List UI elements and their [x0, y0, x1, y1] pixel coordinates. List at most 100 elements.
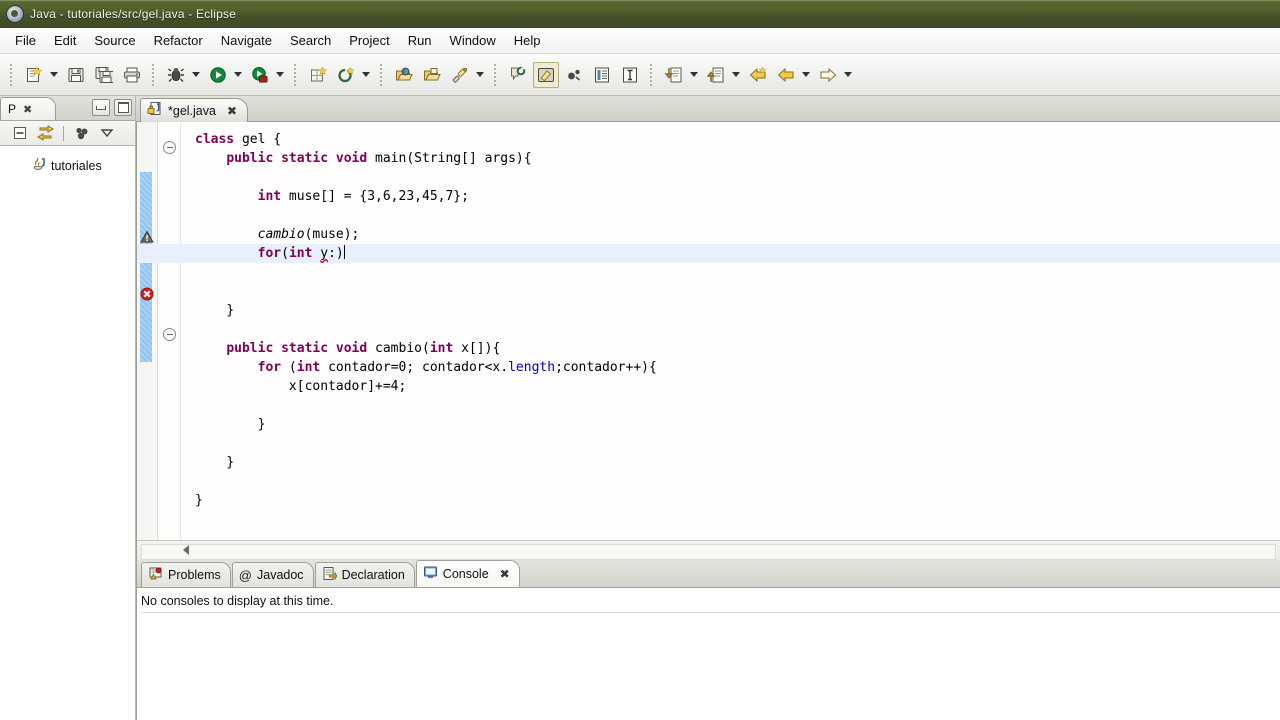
bottom-panel: Problems @ Javadoc Declaration Console ✖… — [136, 560, 1280, 720]
forward-icon[interactable] — [815, 62, 841, 88]
new-file-icon[interactable] — [21, 62, 47, 88]
code-line[interactable]: int muse[] = {3,6,23,45,7}; — [181, 187, 1280, 206]
show-view-menu-icon[interactable] — [589, 62, 615, 88]
code-token: for — [257, 360, 282, 375]
tab-gel-java[interactable]: *gel.java ✖ — [140, 98, 249, 122]
open-type-icon[interactable] — [391, 62, 417, 88]
next-annotation-dropdown-icon[interactable] — [688, 63, 700, 87]
code-line[interactable]: x[contador]+=4; — [181, 377, 1280, 396]
menu-navigate[interactable]: Navigate — [212, 30, 281, 51]
menu-file[interactable]: File — [6, 30, 45, 51]
maximize-button[interactable] — [114, 99, 132, 116]
error-icon[interactable] — [140, 287, 154, 301]
tree-item-tutoriales[interactable]: tutoriales — [0, 154, 135, 177]
menu-run[interactable]: Run — [399, 30, 441, 51]
annotation-gutter[interactable] — [137, 122, 158, 540]
save-icon[interactable] — [63, 62, 89, 88]
bottom-tab-label: Console — [442, 567, 489, 581]
code-token: } — [195, 493, 203, 508]
save-all-icon[interactable] — [91, 62, 117, 88]
code-line[interactable] — [181, 282, 1280, 301]
code-line[interactable]: public static void main(String[] args){ — [181, 149, 1280, 168]
code-line[interactable] — [181, 206, 1280, 225]
close-icon[interactable]: ✖ — [500, 567, 510, 581]
menu-project[interactable]: Project — [340, 30, 398, 51]
new-java-project-icon[interactable] — [305, 62, 331, 88]
open-task-icon[interactable] — [419, 62, 445, 88]
editor-body[interactable]: class gel { public static void main(Stri… — [136, 122, 1280, 561]
search-dropdown-icon[interactable] — [474, 63, 486, 87]
code-line[interactable] — [181, 396, 1280, 415]
java-project-icon — [30, 156, 46, 175]
debug-icon[interactable] — [163, 62, 189, 88]
scrollbar-track[interactable] — [141, 544, 1276, 560]
menu-window[interactable]: Window — [441, 30, 505, 51]
code-line[interactable]: class gel { — [181, 130, 1280, 149]
editor-horizontal-scrollbar[interactable] — [137, 540, 1280, 561]
code-line[interactable] — [181, 263, 1280, 282]
code-line[interactable] — [181, 472, 1280, 491]
menu-source[interactable]: Source — [85, 30, 144, 51]
code-line[interactable]: } — [181, 301, 1280, 320]
run-external-tools-icon[interactable] — [247, 62, 273, 88]
code-text[interactable]: class gel { public static void main(Stri… — [137, 122, 1280, 540]
code-line[interactable]: for (int contador=0; contador<x.length;c… — [181, 358, 1280, 377]
warning-icon[interactable] — [140, 230, 154, 244]
code-line[interactable] — [181, 168, 1280, 187]
minimize-button[interactable] — [92, 99, 110, 116]
code-line[interactable] — [181, 320, 1280, 339]
menu-refactor[interactable]: Refactor — [145, 30, 212, 51]
folding-gutter[interactable] — [158, 122, 181, 540]
tab-declaration[interactable]: Declaration — [314, 562, 415, 587]
close-icon[interactable]: ✖ — [227, 104, 237, 118]
debug-dropdown-icon[interactable] — [190, 63, 202, 87]
code-token: } — [226, 303, 235, 318]
next-annotation-icon[interactable] — [661, 62, 687, 88]
tab-javadoc[interactable]: @ Javadoc — [231, 562, 314, 587]
new-file-dropdown-icon[interactable] — [48, 63, 60, 87]
new-java-class-icon[interactable] — [333, 62, 359, 88]
tab-package-explorer[interactable]: P ✖ — [0, 97, 56, 120]
previous-annotation-dropdown-icon[interactable] — [730, 63, 742, 87]
toggle-mark-occurrences-icon[interactable] — [505, 62, 531, 88]
view-menu-chevron-icon[interactable] — [97, 123, 117, 143]
code-token: public static void — [226, 151, 368, 166]
code-line[interactable]: } — [181, 453, 1280, 472]
previous-annotation-icon[interactable] — [703, 62, 729, 88]
menu-help[interactable]: Help — [505, 30, 550, 51]
tab-problems[interactable]: Problems — [141, 562, 231, 587]
code-line[interactable]: } — [181, 415, 1280, 434]
skip-breakpoints-icon[interactable] — [561, 62, 587, 88]
code-token: x[]){ — [453, 341, 501, 356]
code-line[interactable]: for(int y:) — [137, 244, 1280, 263]
forward-dropdown-icon[interactable] — [842, 63, 854, 87]
fold-collapse-icon[interactable] — [163, 141, 176, 154]
search-icon[interactable] — [447, 62, 473, 88]
code-token: cambio( — [367, 341, 430, 356]
fold-collapse-icon[interactable] — [163, 328, 176, 341]
run-icon[interactable] — [205, 62, 231, 88]
link-with-editor-icon[interactable] — [35, 123, 55, 143]
whitespace-icon[interactable] — [533, 61, 559, 88]
collapse-all-icon[interactable] — [10, 123, 30, 143]
code-line[interactable]: cambio(muse); — [181, 225, 1280, 244]
new-java-class-dropdown-icon[interactable] — [360, 63, 372, 87]
menu-search[interactable]: Search — [281, 30, 340, 51]
code-line[interactable]: } — [181, 491, 1280, 510]
block-selection-icon[interactable] — [617, 62, 643, 88]
run-dropdown-icon[interactable] — [232, 63, 244, 87]
print-icon[interactable] — [119, 62, 145, 88]
code-line[interactable] — [181, 434, 1280, 453]
last-edit-location-icon[interactable] — [745, 62, 771, 88]
change-bar — [140, 172, 152, 362]
run-external-dropdown-icon[interactable] — [274, 63, 286, 87]
menu-edit[interactable]: Edit — [45, 30, 85, 51]
code-line[interactable]: public static void cambio(int x[]){ — [181, 339, 1280, 358]
scroll-left-arrow-icon[interactable] — [183, 545, 189, 555]
close-icon[interactable]: ✖ — [23, 103, 32, 116]
editor-tab-label: *gel.java — [168, 103, 216, 118]
view-menu-dots-icon[interactable] — [72, 123, 92, 143]
tab-console[interactable]: Console ✖ — [415, 560, 520, 587]
back-icon[interactable] — [773, 62, 799, 88]
back-dropdown-icon[interactable] — [800, 63, 812, 87]
